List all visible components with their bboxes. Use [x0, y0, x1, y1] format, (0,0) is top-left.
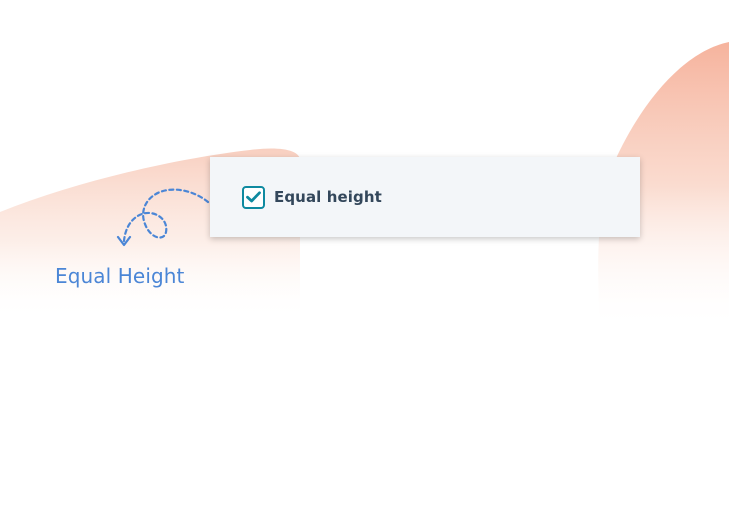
- background-decoration: [0, 42, 729, 330]
- checkbox-panel: Equal height: [210, 157, 640, 237]
- check-icon: [246, 191, 261, 203]
- feature-caption: Equal Height: [55, 264, 185, 288]
- equal-height-checkbox[interactable]: [242, 185, 265, 209]
- checkbox-label[interactable]: Equal height: [274, 188, 382, 206]
